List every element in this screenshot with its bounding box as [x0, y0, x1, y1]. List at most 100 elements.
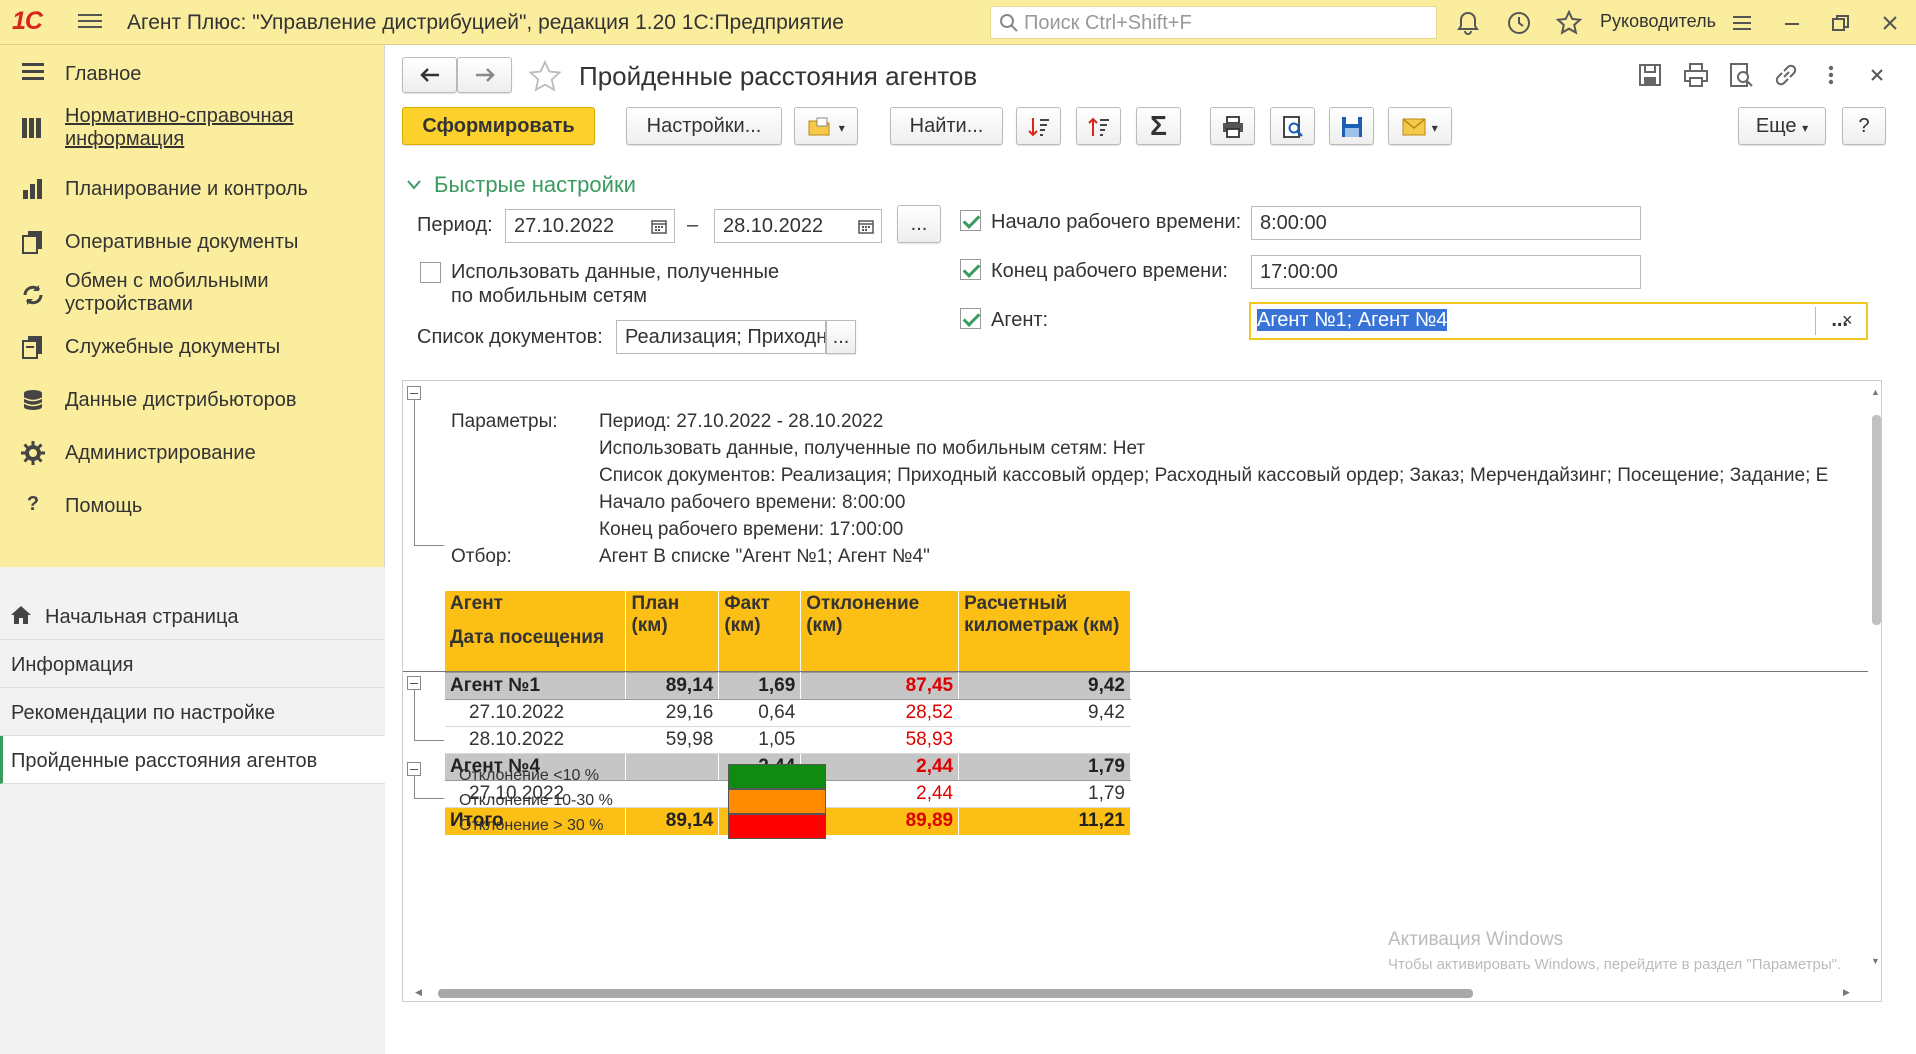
- sidebar-item-planning[interactable]: Планирование и контроль: [0, 164, 385, 214]
- calendar-icon[interactable]: [858, 218, 874, 234]
- end-time-checkbox[interactable]: [960, 259, 981, 280]
- table-row[interactable]: 28.10.2022 59,98 1,05 58,93: [445, 726, 1131, 754]
- cell-plan: [625, 753, 720, 781]
- sort-asc-button[interactable]: [1076, 107, 1121, 145]
- period-select-button[interactable]: ...: [897, 205, 941, 243]
- settings-button[interactable]: Настройки...: [626, 107, 782, 145]
- sidebar-item-service-docs[interactable]: Служебные документы: [0, 322, 385, 372]
- open-windows-panel: Начальная страница Информация Рекомендац…: [0, 567, 385, 1054]
- window-label: Информация: [11, 654, 134, 676]
- save-report-button[interactable]: [1329, 107, 1374, 145]
- documents-icon: [22, 231, 42, 254]
- history-icon[interactable]: [1505, 9, 1533, 37]
- question-icon: ?: [26, 493, 40, 515]
- save-icon[interactable]: [1636, 61, 1664, 89]
- arrow-left-icon: [419, 67, 439, 82]
- scroll-right-icon[interactable]: ▶: [1843, 987, 1850, 998]
- sidebar-item-label: Планирование и контроль: [65, 178, 308, 200]
- start-time-checkbox[interactable]: [960, 210, 981, 231]
- param-line: Конец рабочего времени: 17:00:00: [599, 519, 904, 540]
- documents-select-button[interactable]: ...: [826, 320, 856, 354]
- sort-desc-button[interactable]: [1016, 107, 1061, 145]
- print-button[interactable]: [1210, 107, 1255, 145]
- sidebar-item-admin[interactable]: Администрирование: [0, 428, 385, 478]
- horizontal-scrollbar[interactable]: ◀ ▶: [403, 985, 1881, 1001]
- legend-swatch: [728, 814, 826, 839]
- more-button[interactable]: Еще ▾: [1738, 107, 1826, 145]
- agent-clear-icon[interactable]: ×: [1842, 310, 1853, 331]
- window-info[interactable]: Информация: [0, 640, 385, 688]
- agent-field[interactable]: Агент №1; Агент №4 ...: [1249, 302, 1868, 340]
- close-form-icon[interactable]: [1863, 61, 1891, 89]
- collapse-agent4-icon[interactable]: [407, 762, 421, 776]
- scroll-down-icon[interactable]: ▼: [1871, 956, 1880, 966]
- period-dash: –: [687, 214, 699, 236]
- sidebar-item-label: Оперативные документы: [65, 231, 299, 253]
- chevron-down-icon: ▾: [1802, 121, 1809, 135]
- close-app-icon[interactable]: [1876, 9, 1904, 37]
- help-button[interactable]: ?: [1842, 107, 1886, 145]
- variants-dropdown-button[interactable]: ▾: [794, 107, 858, 145]
- window-agent-distances[interactable]: Пройденные расстояния агентов: [0, 736, 385, 784]
- send-email-button[interactable]: ▾: [1388, 107, 1452, 145]
- print-icon[interactable]: [1682, 61, 1710, 89]
- col-plan: План (км): [625, 591, 720, 671]
- legend-swatch: [728, 764, 826, 789]
- sidebar-item-distributors[interactable]: Данные дистрибьюторов: [0, 375, 385, 425]
- mobile-data-checkbox[interactable]: [420, 262, 441, 283]
- start-time-field[interactable]: 8:00:00: [1251, 206, 1641, 240]
- bell-icon[interactable]: [1454, 9, 1482, 37]
- vertical-scroll-thumb[interactable]: [1872, 415, 1881, 625]
- calendar-icon[interactable]: [651, 218, 667, 234]
- outline-line: [414, 776, 415, 798]
- search-input[interactable]: Поиск Ctrl+Shift+F: [990, 6, 1437, 39]
- favorite-star-icon[interactable]: [527, 60, 563, 94]
- sidebar-item-reference[interactable]: Нормативно-справочная информация: [0, 95, 385, 159]
- user-name[interactable]: Руководитель: [1600, 11, 1716, 32]
- window-label: Рекомендации по настройке: [11, 702, 276, 724]
- restore-icon[interactable]: [1826, 9, 1854, 37]
- generate-button[interactable]: Сформировать: [402, 107, 595, 145]
- minimize-icon[interactable]: [1778, 9, 1806, 37]
- agent-checkbox[interactable]: [960, 308, 981, 329]
- app-logo[interactable]: 1С: [12, 7, 43, 36]
- period-from-field[interactable]: 27.10.2022: [505, 209, 675, 243]
- forward-button[interactable]: [457, 57, 512, 93]
- collapse-agent1-icon[interactable]: [407, 676, 421, 690]
- more-vertical-icon[interactable]: [1817, 61, 1845, 89]
- print-preview-button[interactable]: [1270, 107, 1315, 145]
- link-icon[interactable]: [1772, 61, 1800, 89]
- scroll-up-icon[interactable]: ▲: [1871, 387, 1880, 397]
- find-button[interactable]: Найти...: [890, 107, 1003, 145]
- report-spreadsheet[interactable]: Параметры: Период: 27.10.2022 - 28.10.20…: [402, 380, 1882, 1002]
- sort-desc-icon: [1027, 117, 1049, 137]
- main-menu-icon[interactable]: [78, 10, 102, 34]
- preview-icon[interactable]: [1727, 61, 1755, 89]
- vertical-scrollbar[interactable]: ▲ ▼: [1869, 381, 1881, 981]
- back-button[interactable]: [402, 57, 457, 93]
- horizontal-scroll-thumb[interactable]: [438, 989, 1473, 998]
- col-date: Дата посещения: [450, 627, 605, 648]
- table-row[interactable]: 27.10.2022 29,16 0,64 28,52 9,42: [445, 699, 1131, 727]
- end-time-field[interactable]: 17:00:00: [1251, 255, 1641, 289]
- scroll-left-icon[interactable]: ◀: [415, 987, 422, 998]
- collapse-params-icon[interactable]: [407, 386, 421, 400]
- folder-icon: [808, 117, 830, 136]
- settings-menu-icon[interactable]: [1728, 9, 1756, 37]
- sidebar-item-mobile-exchange[interactable]: Обмен с мобильными устройствами: [0, 260, 385, 324]
- agent-value: Агент №1; Агент №4: [1257, 309, 1448, 331]
- period-to-field[interactable]: 28.10.2022: [714, 209, 882, 243]
- favorites-star-icon[interactable]: [1555, 9, 1583, 37]
- window-recommendations[interactable]: Рекомендации по настройке: [0, 688, 385, 736]
- documents-list-field[interactable]: Реализация; Приходный: [616, 320, 826, 354]
- chevron-collapse-icon[interactable]: [406, 179, 422, 191]
- sidebar-item-main[interactable]: Главное: [0, 47, 385, 97]
- sum-button[interactable]: Σ: [1136, 107, 1181, 145]
- param-line: Список документов: Реализация; Приходный…: [599, 465, 1829, 486]
- form-title: Пройденные расстояния агентов: [579, 61, 978, 91]
- sidebar-item-help[interactable]: ? Помощь: [0, 481, 385, 531]
- col-agent: Агент: [450, 593, 503, 614]
- quick-settings-header[interactable]: Быстрые настройки: [434, 172, 636, 198]
- window-home[interactable]: Начальная страница: [0, 592, 385, 640]
- group-row[interactable]: Агент №1 89,14 1,69 87,45 9,42: [445, 672, 1131, 700]
